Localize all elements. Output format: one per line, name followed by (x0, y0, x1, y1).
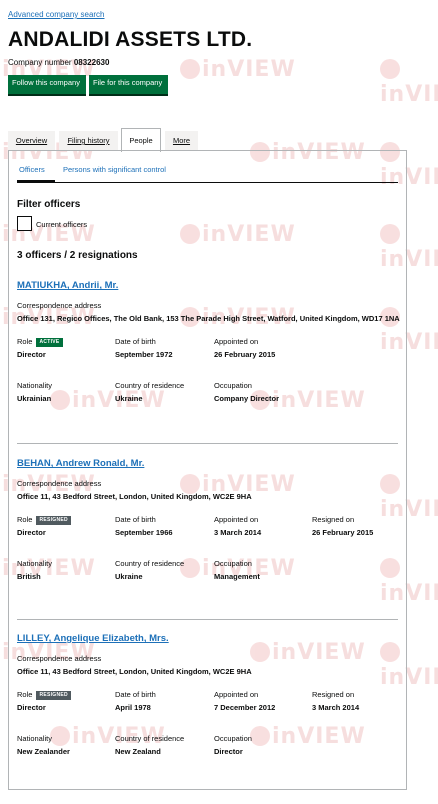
tab-people[interactable]: People (121, 128, 161, 152)
company-number: Company number 08322630 (8, 58, 109, 67)
appointed-on-label: Appointed on (214, 515, 259, 524)
resigned-on-label: Resigned on (312, 690, 355, 699)
file-for-company-button[interactable]: File for this company (89, 75, 168, 94)
nationality-label: Nationality (17, 559, 53, 568)
country-of-residence-label: Country of residence (115, 559, 185, 568)
nationality-value: British (17, 572, 41, 581)
tab-filing-history[interactable]: Filing history (59, 131, 118, 150)
nationality-label: Nationality (17, 734, 53, 743)
officer-name-link[interactable]: LILLEY, Angelique Elizabeth, Mrs. (17, 633, 169, 644)
correspondence-address-label: Correspondence address (17, 479, 102, 488)
appointed-on-value: 7 December 2012 (214, 703, 276, 712)
resigned-on-value: 26 February 2015 (312, 528, 374, 537)
appointed-on-label: Appointed on (214, 337, 259, 346)
occupation-value: Management (214, 572, 260, 581)
role-label: Role ACTIVE (17, 337, 63, 347)
date-of-birth-label: Date of birth (115, 690, 156, 699)
role-value: Director (17, 703, 46, 712)
officer-name-link[interactable]: MATIUKHA, Andrii, Mr. (17, 280, 118, 291)
officer-divider (17, 443, 398, 444)
role-label: Role RESIGNED (17, 690, 71, 700)
country-of-residence-label: Country of residence (115, 381, 185, 390)
subnav-divider (17, 182, 398, 183)
officers-count: 3 officers / 2 resignations (17, 250, 138, 261)
role-value: Director (17, 350, 46, 359)
country-of-residence-label: Country of residence (115, 734, 185, 743)
current-officers-label[interactable]: Current officers (36, 220, 87, 229)
subnav-active-indicator (17, 180, 55, 183)
occupation-value: Company Director (214, 394, 280, 403)
company-number-label: Company number (8, 58, 72, 67)
date-of-birth-value: September 1972 (115, 350, 173, 359)
date-of-birth-value: September 1966 (115, 528, 173, 537)
occupation-label: Occupation (214, 559, 252, 568)
status-badge: RESIGNED (36, 691, 71, 700)
correspondence-address-value: Office 11, 43 Bedford Street, London, Un… (17, 667, 252, 676)
status-badge: RESIGNED (36, 516, 71, 525)
correspondence-address-value: Office 131, Regico Offices, The Old Bank… (17, 314, 400, 323)
company-number-value: 08322630 (73, 58, 110, 67)
follow-company-button[interactable]: Follow this company (8, 75, 86, 94)
occupation-label: Occupation (214, 381, 252, 390)
appointed-on-value: 26 February 2015 (214, 350, 276, 359)
role-label: Role RESIGNED (17, 515, 71, 525)
nationality-value: Ukrainian (17, 394, 52, 403)
officer-divider (17, 619, 398, 620)
watermark-logo: inVIEW (180, 57, 296, 82)
advanced-company-search-link[interactable]: Advanced company search (8, 10, 105, 19)
occupation-label: Occupation (214, 734, 252, 743)
appointed-on-value: 3 March 2014 (214, 528, 262, 537)
occupation-value: Director (214, 747, 243, 756)
status-badge: ACTIVE (36, 338, 63, 347)
officer-name-link[interactable]: BEHAN, Andrew Ronald, Mr. (17, 458, 144, 469)
date-of-birth-label: Date of birth (115, 337, 156, 346)
country-of-residence-value: New Zealand (115, 747, 161, 756)
watermark-logo: inVIEW (380, 57, 438, 107)
people-panel: Officers Persons with significant contro… (8, 150, 407, 790)
subnav-psc[interactable]: Persons with significant control (63, 165, 166, 174)
country-of-residence-value: Ukraine (115, 394, 143, 403)
resigned-on-value: 3 March 2014 (312, 703, 360, 712)
correspondence-address-label: Correspondence address (17, 654, 102, 663)
filter-officers-heading: Filter officers (17, 199, 81, 210)
role-value: Director (17, 528, 46, 537)
tab-overview[interactable]: Overview (8, 131, 55, 150)
correspondence-address-value: Office 11, 43 Bedford Street, London, Un… (17, 492, 252, 501)
nationality-label: Nationality (17, 381, 53, 390)
tab-more[interactable]: More (165, 131, 198, 150)
current-officers-checkbox[interactable] (17, 216, 32, 231)
resigned-on-label: Resigned on (312, 515, 355, 524)
correspondence-address-label: Correspondence address (17, 301, 102, 310)
country-of-residence-value: Ukraine (115, 572, 143, 581)
subnav-officers[interactable]: Officers (19, 165, 45, 174)
company-name: ANDALIDI ASSETS LTD. (8, 28, 253, 51)
appointed-on-label: Appointed on (214, 690, 259, 699)
date-of-birth-label: Date of birth (115, 515, 156, 524)
nationality-value: New Zealander (17, 747, 70, 756)
date-of-birth-value: April 1978 (115, 703, 151, 712)
